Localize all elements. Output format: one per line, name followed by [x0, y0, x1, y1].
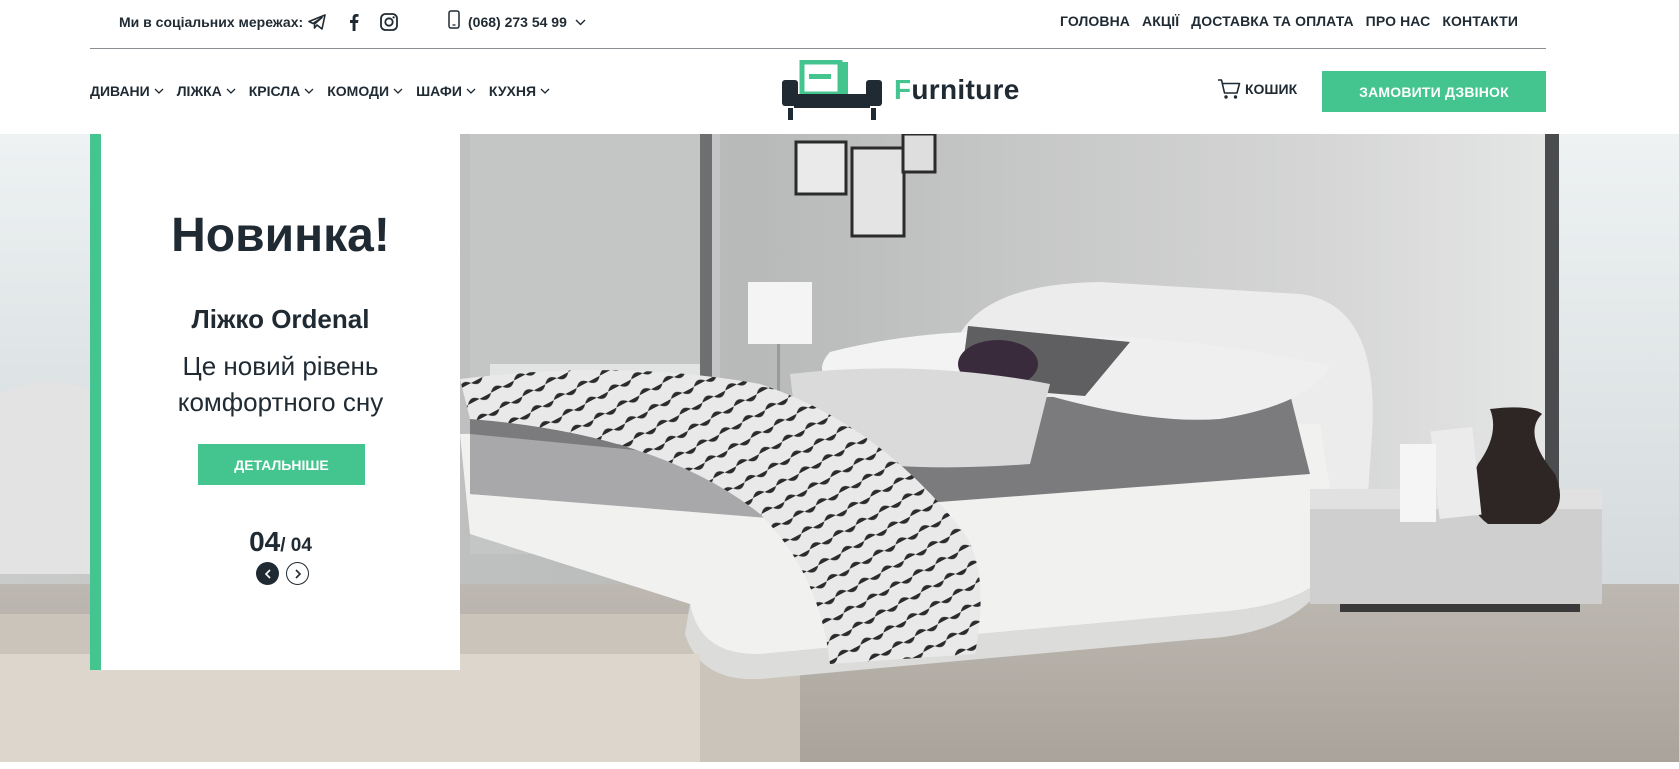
- promo-product-name: Ліжко Ordenal: [191, 304, 370, 334]
- slide-total: / 04: [280, 535, 312, 556]
- site-logo[interactable]: Furniture: [780, 60, 1019, 124]
- nav-link-home[interactable]: ГОЛОВНА: [1060, 13, 1130, 29]
- phone-number: (068) 273 54 99: [468, 14, 567, 30]
- nav-link-promotions[interactable]: АКЦІЇ: [1142, 13, 1179, 29]
- promo-title: Новинка!: [171, 209, 390, 262]
- category-label: КОМОДИ: [327, 83, 390, 99]
- category-label: КУХНЯ: [488, 83, 537, 99]
- nav-link-about[interactable]: ПРО НАС: [1366, 13, 1431, 29]
- nav-link-delivery[interactable]: ДОСТАВКА ТА ОПЛАТА: [1191, 13, 1354, 29]
- instagram-icon[interactable]: [378, 12, 400, 32]
- cart-icon: [1218, 79, 1241, 99]
- chevron-down-icon: [575, 13, 586, 31]
- details-button[interactable]: ДЕТАЛЬНІШЕ: [198, 444, 365, 485]
- phone-dropdown[interactable]: (068) 273 54 99: [448, 10, 586, 34]
- promo-description: Це новий рівень комфортного сну: [177, 351, 384, 417]
- phone-icon: [448, 10, 460, 34]
- facebook-icon[interactable]: [343, 12, 365, 32]
- top-navigation: ГОЛОВНА АКЦІЇ ДОСТАВКА ТА ОПЛАТА ПРО НАС…: [1060, 13, 1518, 29]
- chevron-down-icon: [226, 88, 236, 94]
- chevron-down-icon: [540, 88, 550, 94]
- cart-label: КОШИК: [1245, 81, 1298, 97]
- chevron-left-icon: [264, 568, 271, 579]
- category-wardrobes[interactable]: ШАФИ: [416, 83, 476, 99]
- telegram-icon[interactable]: [306, 12, 328, 32]
- category-sofas[interactable]: ДИВАНИ: [90, 83, 164, 99]
- slider-prev-button[interactable]: [256, 562, 279, 585]
- sofa-logo-icon: [782, 60, 882, 120]
- category-armchairs[interactable]: КРІСЛА: [249, 83, 314, 99]
- category-beds[interactable]: ЛІЖКА: [177, 83, 236, 99]
- top-bar: Ми в соціальних мережах: (068) 273 54 99…: [90, 0, 1546, 49]
- category-navigation: ДИВАНИ ЛІЖКА КРІСЛА КОМОДИ ШАФИ КУХНЯ: [90, 83, 550, 99]
- slide-counter: 04/ 04: [101, 526, 460, 558]
- social-label: Ми в соціальних мережах:: [119, 14, 304, 30]
- logo-wordmark: Furniture: [894, 74, 1020, 105]
- slider-next-button[interactable]: [286, 562, 309, 585]
- cart-link[interactable]: КОШИК: [1217, 78, 1297, 100]
- nav-link-contacts[interactable]: КОНТАКТИ: [1442, 13, 1518, 29]
- chevron-down-icon: [154, 88, 164, 94]
- category-label: ШАФИ: [416, 83, 462, 99]
- slider-controls: [256, 562, 309, 585]
- category-kitchen[interactable]: КУХНЯ: [489, 83, 550, 99]
- slide-current: 04: [249, 526, 281, 557]
- chevron-down-icon: [304, 88, 314, 94]
- category-label: ДИВАНИ: [90, 83, 150, 99]
- chevron-down-icon: [466, 88, 476, 94]
- category-dressers[interactable]: КОМОДИ: [327, 83, 403, 99]
- chevron-right-icon: [294, 568, 301, 579]
- category-label: ЛІЖКА: [176, 83, 222, 99]
- promo-card: Новинка! Ліжко Ordenal Це новий рівень к…: [90, 134, 460, 670]
- chevron-down-icon: [393, 88, 403, 94]
- category-label: КРІСЛА: [248, 83, 301, 99]
- request-callback-button[interactable]: ЗАМОВИТИ ДЗВІНОК: [1322, 71, 1546, 112]
